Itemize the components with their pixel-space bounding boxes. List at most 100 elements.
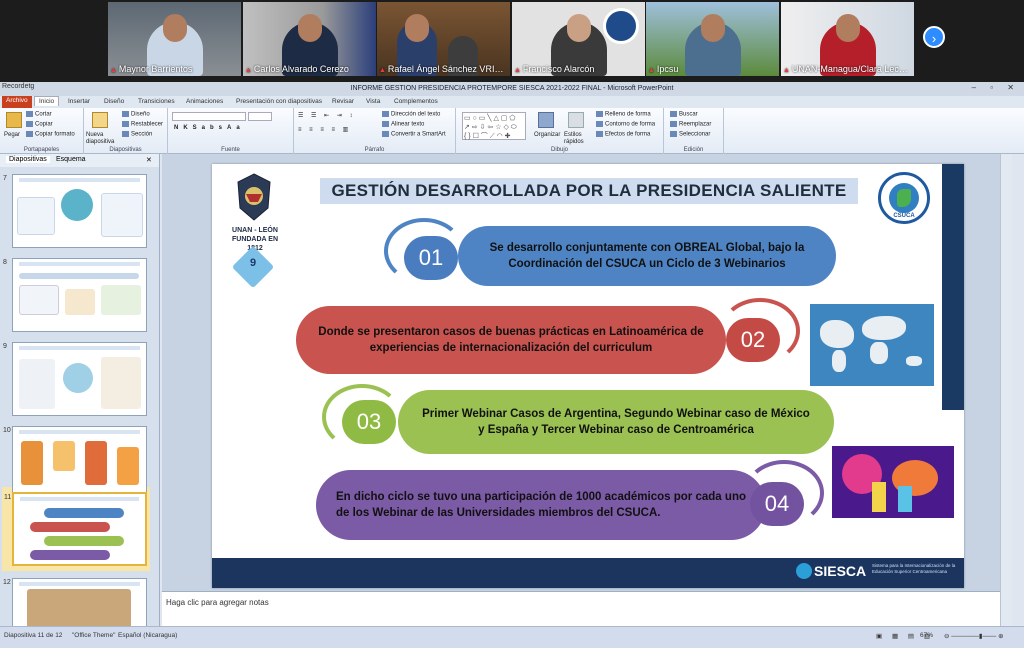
participant-tile[interactable]: Carlos Alvarado Cerezo (243, 2, 376, 76)
participant-tile[interactable]: Rafael Ángel Sánchez VRIC UNA... (377, 2, 510, 76)
unan-crest-icon (234, 172, 274, 224)
ribbon: Pegar Cortar Copiar Copiar formato Porta… (0, 108, 1024, 154)
slide-thumbnail[interactable]: 7 (3, 174, 147, 248)
participant-name: Carlos Alvarado Cerezo (245, 64, 374, 74)
section-button[interactable]: Sección (122, 131, 152, 138)
current-slide[interactable]: UNAN - LEÓN FUNDADA EN 1812 9 CSUCA GEST… (212, 164, 964, 588)
replace-label: Reemplazar (679, 121, 712, 128)
slide-thumbnail[interactable]: 10 (3, 426, 147, 500)
format-painter-button[interactable]: Copiar formato (26, 131, 75, 138)
text-direction-icon (382, 111, 389, 117)
font-format-buttons[interactable]: NKSabsAa (174, 125, 245, 131)
group-diapositivas: Nueva diapositiva Diseño Restablecer Sec… (84, 108, 168, 154)
smartart-button[interactable]: Convertir a SmartArt (382, 131, 446, 138)
participant-tile[interactable]: Maynor Barrientos (108, 2, 241, 76)
find-button[interactable]: Buscar (670, 111, 698, 118)
paste-button[interactable]: Pegar (4, 132, 20, 138)
slide-thumbnail-selected[interactable]: 11 (4, 492, 147, 566)
zoom-participant-strip: Maynor Barrientos Carlos Alvarado Cerezo… (0, 0, 1024, 82)
group-dibujo: ▭ ○ ▭ ╲ △ ▢ ⬠ ↗ ⇨ ⇩ ⇦ ☆ ◇ ⬭{ } ☐ ⌒ ⟋ ◠ ✚ … (456, 108, 664, 154)
vertical-scrollbar[interactable] (1000, 154, 1012, 626)
new-slide-icon[interactable] (92, 112, 108, 128)
csuca-logo-icon: CSUCA (878, 172, 930, 224)
item-04-text: En dicho ciclo se tuvo una participación… (336, 491, 746, 519)
reset-label: Restablecer (131, 121, 164, 128)
powerpoint-window: Recordetg INFORME GESTION PRESIDENCIA PR… (0, 82, 1024, 648)
participant-tile[interactable]: Ipcsu (646, 2, 779, 76)
layout-button[interactable]: Diseño (122, 111, 150, 118)
font-size-select[interactable] (248, 112, 272, 121)
tab-revisar[interactable]: Revisar (332, 98, 354, 105)
font-family-select[interactable] (172, 112, 246, 121)
tab-insertar[interactable]: Insertar (68, 98, 90, 105)
arrange-button[interactable]: Organizar (534, 132, 560, 138)
tab-inicio[interactable]: Inicio (34, 96, 60, 106)
layout-icon (122, 111, 129, 117)
participant-tile[interactable]: Francisco Alarcón (512, 2, 645, 76)
select-button[interactable]: Seleccionar (670, 131, 710, 138)
tab-outline[interactable]: Esquema (56, 156, 86, 163)
tab-animaciones[interactable]: Animaciones (186, 98, 223, 105)
slides-pane: Diapositivas Esquema ✕ 7 8 9 10 11 12 (0, 154, 160, 626)
group-label: Diapositivas (109, 147, 142, 153)
tab-diseno[interactable]: Diseño (104, 98, 124, 105)
effects-icon (596, 131, 603, 137)
arrange-icon[interactable] (538, 112, 554, 128)
item-01-text: Se desarrollo conjuntamente con OBREAL G… (489, 242, 805, 270)
slide-thumbnail[interactable]: 12 (3, 578, 147, 626)
text-direction-button[interactable]: Dirección del texto (382, 111, 440, 118)
new-slide-button[interactable]: Nueva diapositiva (86, 132, 124, 146)
tab-slides[interactable]: Diapositivas (6, 156, 50, 163)
tab-transiciones[interactable]: Transiciones (138, 98, 175, 105)
reset-button[interactable]: Restablecer (122, 121, 163, 128)
align-text-icon (382, 121, 389, 127)
thumb-number: 9 (3, 343, 7, 350)
cut-button[interactable]: Cortar (26, 111, 52, 118)
item-02-box: Donde se presentaron casos de buenas prá… (296, 306, 726, 374)
zoom-level[interactable]: 67% (920, 632, 933, 639)
zoom-slider[interactable]: ⊖ ──────▮─── ⊕ (944, 632, 1004, 640)
tab-presentacion[interactable]: Presentación con diapositivas (236, 98, 322, 105)
item-03-box: Primer Webinar Casos de Argentina, Segun… (398, 390, 834, 454)
notes-pane[interactable]: Haga clic para agregar notas (162, 591, 1000, 626)
shape-outline-button[interactable]: Contorno de forma (596, 121, 655, 128)
quick-styles-icon[interactable] (568, 112, 584, 128)
thumb-number: 7 (3, 175, 7, 182)
participant-tile[interactable]: UNAN-Managua/Clara Lecha... (781, 2, 914, 76)
thumb-number: 12 (3, 579, 11, 586)
language[interactable]: Español (Nicaragua) (118, 632, 177, 639)
item-01-number: 01 (404, 236, 458, 280)
paste-icon[interactable] (6, 112, 22, 128)
align-buttons[interactable]: ≡ ≡ ≡ ≡ ▥ (298, 126, 351, 133)
slide-thumbnail[interactable]: 9 (3, 342, 147, 416)
list-buttons[interactable]: ☰ ☰ ⇤ ⇥ ↕ (298, 112, 355, 119)
group-fuente: NKSabsAa Fuente (168, 108, 294, 154)
replace-icon (670, 121, 677, 127)
close-icon[interactable]: ✕ (146, 156, 152, 164)
participant-name: Maynor Barrientos (110, 64, 239, 74)
shape-effects-button[interactable]: Efectos de forma (596, 131, 650, 138)
group-edicion: Buscar Reemplazar Seleccionar Edición (664, 108, 724, 154)
item-04-box: En dicho ciclo se tuvo una participación… (316, 470, 766, 540)
thumb-number: 10 (3, 427, 11, 434)
align-text-button[interactable]: Alinear texto (382, 121, 424, 128)
quick-styles-button[interactable]: Estilos rápidos (564, 132, 590, 146)
slide-thumbnail[interactable]: 8 (3, 258, 147, 332)
outline-icon (596, 121, 603, 127)
shape-fill-button[interactable]: Relleno de forma (596, 111, 651, 118)
slide-side-band (942, 164, 964, 410)
fill-icon (596, 111, 603, 117)
shapes-gallery[interactable]: ▭ ○ ▭ ╲ △ ▢ ⬠ ↗ ⇨ ⇩ ⇦ ☆ ◇ ⬭{ } ☐ ⌒ ⟋ ◠ ✚ (462, 112, 526, 140)
window-controls[interactable]: – ▫ ✕ (972, 83, 1020, 92)
tab-complementos[interactable]: Complementos (394, 98, 438, 105)
tab-vista[interactable]: Vista (366, 98, 380, 105)
copy-button[interactable]: Copiar (26, 121, 53, 128)
item-02-number: 02 (726, 318, 780, 362)
chevron-right-icon[interactable]: › (923, 26, 945, 48)
siesca-logo: SIESCA Sistema para la Internacionalizac… (796, 561, 955, 583)
tab-archivo[interactable]: Archivo (2, 96, 32, 108)
collaboration-illustration (832, 446, 954, 518)
pane-tabs: Diapositivas Esquema ✕ (0, 154, 159, 167)
replace-button[interactable]: Reemplazar (670, 121, 711, 128)
world-map-image (810, 304, 934, 386)
